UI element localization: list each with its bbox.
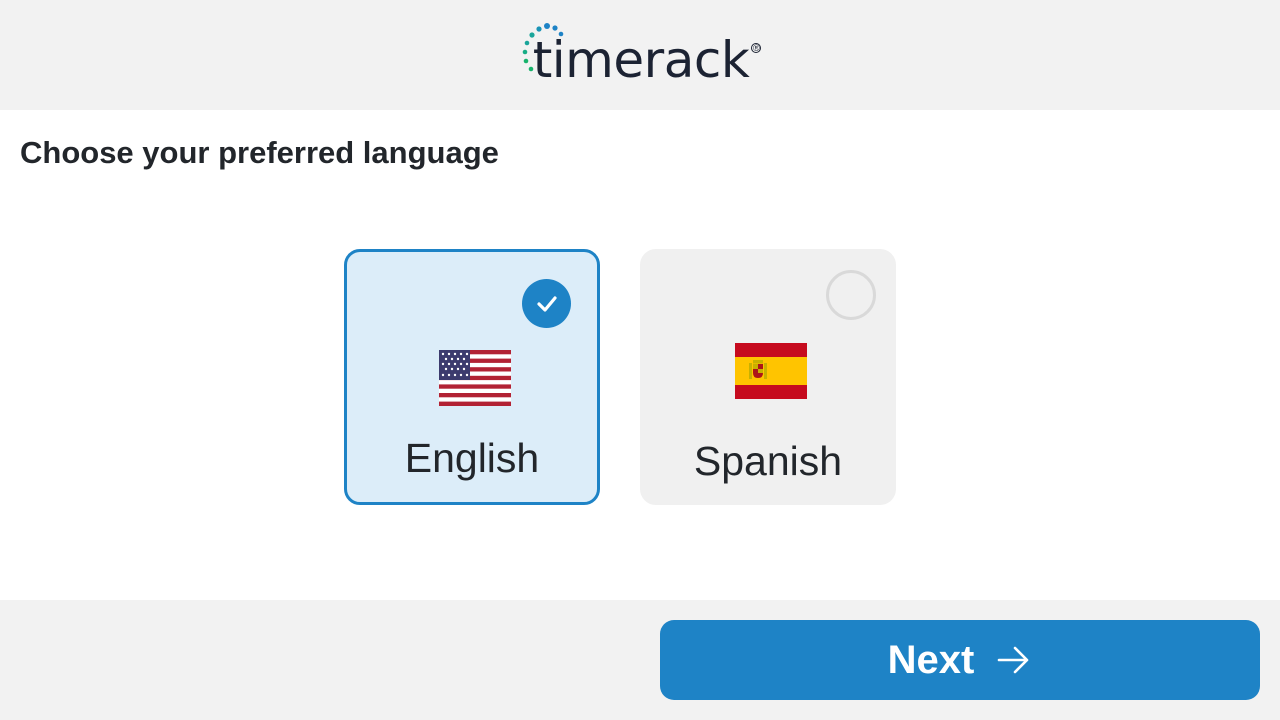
page-title: Choose your preferred language [20, 135, 499, 170]
us-flag-icon [439, 350, 511, 406]
next-button-label: Next [887, 637, 975, 682]
footer-bar: Next [0, 600, 1280, 720]
timerack-logo: timerack ® [519, 23, 762, 85]
next-button[interactable]: Next [660, 620, 1260, 700]
language-option-english[interactable]: English [344, 249, 600, 505]
app-header: timerack ® [0, 0, 1280, 110]
spain-flag-icon [735, 343, 807, 399]
logo-dots-icon [522, 23, 563, 72]
language-option-spanish[interactable]: Spanish [640, 249, 896, 505]
arrow-right-icon [998, 646, 1029, 674]
language-label-spanish: Spanish [693, 438, 843, 484]
registered-mark: ® [751, 42, 762, 53]
language-label-english: English [404, 435, 540, 481]
checkmark-icon [522, 279, 571, 328]
unchecked-circle-icon [826, 270, 876, 320]
